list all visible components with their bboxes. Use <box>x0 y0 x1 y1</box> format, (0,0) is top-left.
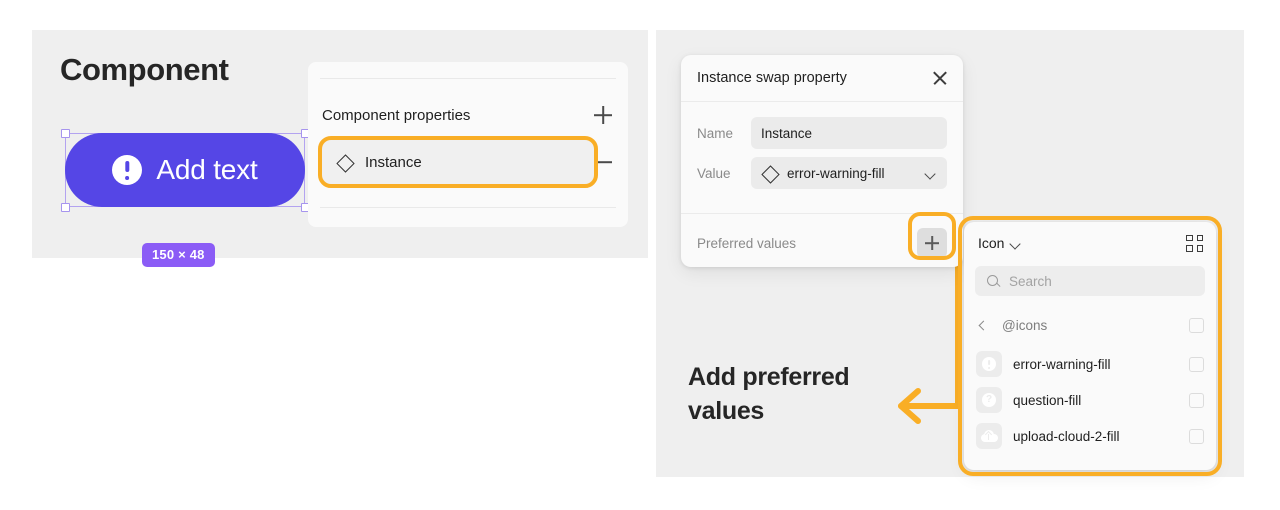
list-item[interactable]: upload-cloud-2-fill <box>964 418 1216 454</box>
chevron-down-icon <box>924 167 937 180</box>
list-item-checkbox[interactable] <box>1189 428 1204 444</box>
value-select-value: error-warning-fill <box>787 165 885 181</box>
breadcrumb[interactable]: @icons <box>964 310 1216 340</box>
chevron-left-icon[interactable] <box>976 319 988 331</box>
preferred-values-label: Preferred values <box>697 235 797 251</box>
list-item[interactable]: error-warning-fill <box>964 346 1216 382</box>
property-row-label: Instance <box>365 153 422 171</box>
component-properties-panel: Component properties Instance <box>308 62 628 227</box>
chevron-down-icon <box>1009 237 1022 250</box>
annotation-label: Add preferred values <box>688 363 850 425</box>
list-item-checkbox[interactable] <box>1189 356 1204 372</box>
right-canvas-panel: Instance swap property Name Instance Val… <box>656 30 1244 477</box>
value-select[interactable]: error-warning-fill <box>751 157 947 189</box>
add-text-button[interactable]: Add text <box>65 133 305 207</box>
preferred-values-row: Preferred values <box>697 227 947 259</box>
property-row-instance[interactable]: Instance <box>322 140 594 184</box>
icon-picker-title: Icon <box>978 235 1005 251</box>
left-canvas-panel: Component Add text 150 × 48 Component pr… <box>32 30 648 267</box>
dialog-title: Instance swap property <box>697 70 847 86</box>
list-item[interactable]: ? question-fill <box>964 382 1216 418</box>
add-text-button-label: Add text <box>156 154 258 185</box>
dialog-divider-1 <box>681 101 963 102</box>
divider-top <box>320 78 616 79</box>
add-property-button[interactable] <box>592 104 614 126</box>
resize-handle-bottom-left[interactable] <box>60 202 70 212</box>
instance-swap-property-dialog: Instance swap property Name Instance Val… <box>681 55 963 267</box>
diamond-icon <box>336 154 353 171</box>
name-input[interactable]: Instance <box>751 117 947 149</box>
breadcrumb-checkbox[interactable] <box>1189 317 1204 333</box>
error-warning-fill-icon <box>976 351 1002 377</box>
list-item-label: question-fill <box>1013 392 1082 408</box>
error-warning-fill-icon <box>112 155 143 185</box>
add-preferred-value-button[interactable] <box>917 228 947 258</box>
component-properties-header: Component properties <box>322 104 614 126</box>
dialog-divider-2 <box>681 213 963 214</box>
screenshot-root: Component Add text 150 × 48 Component pr… <box>0 0 1280 510</box>
close-icon[interactable] <box>931 69 949 87</box>
list-item-label: error-warning-fill <box>1013 356 1111 372</box>
question-fill-icon: ? <box>976 387 1002 413</box>
name-field-row: Name Instance <box>697 117 947 149</box>
dialog-header: Instance swap property <box>681 55 963 101</box>
resize-handle-top-left[interactable] <box>60 128 70 138</box>
search-input[interactable]: Search <box>975 266 1205 296</box>
name-input-value: Instance <box>761 125 813 141</box>
page-title: Component <box>60 52 229 87</box>
search-icon <box>986 274 1000 288</box>
value-field-label: Value <box>697 165 731 181</box>
upload-cloud-2-fill-icon <box>976 423 1002 449</box>
name-field-label: Name <box>697 125 734 141</box>
remove-property-button[interactable] <box>592 151 614 173</box>
size-badge: 150 × 48 <box>142 243 215 267</box>
icon-picker-panel: Icon Search @icons error-warning-fill ? … <box>964 222 1216 470</box>
property-row-wrapper: Instance <box>322 140 614 184</box>
list-item-label: upload-cloud-2-fill <box>1013 428 1120 444</box>
component-properties-title: Component properties <box>322 106 471 124</box>
selection-frame[interactable]: Add text <box>60 128 310 212</box>
list-item-checkbox[interactable] <box>1189 392 1204 408</box>
icon-picker-library-select[interactable]: Icon <box>978 235 1022 251</box>
grid-view-icon[interactable] <box>1186 234 1203 252</box>
value-field-row: Value error-warning-fill <box>697 157 947 189</box>
breadcrumb-label: @icons <box>1002 317 1048 333</box>
search-placeholder: Search <box>1009 273 1052 289</box>
icon-picker-header: Icon <box>964 222 1216 264</box>
diamond-icon <box>761 165 778 182</box>
divider-bottom <box>320 207 616 208</box>
